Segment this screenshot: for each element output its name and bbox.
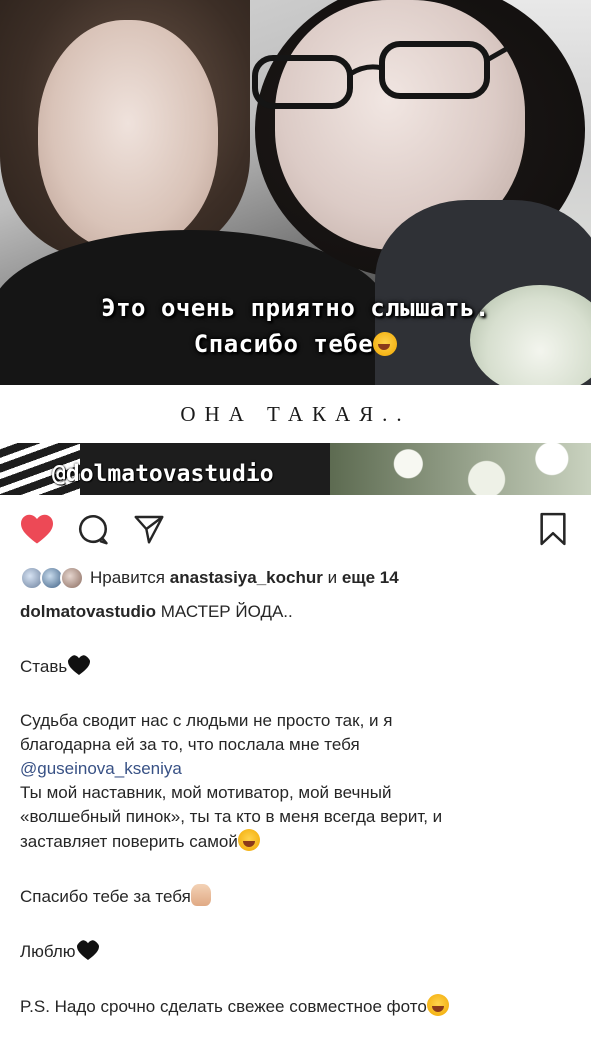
- caption-username[interactable]: dolmatovastudio: [20, 602, 156, 621]
- caption-para2-a: Ты мой наставник, мой мотиватор, мой веч…: [20, 783, 392, 802]
- caption-love-line: Люблю: [20, 939, 580, 964]
- caption-para1-a: Судьба сводит нас с людьми не просто так…: [20, 711, 393, 730]
- caption-para2-c: заставляет поверить самой: [20, 832, 238, 851]
- caption-mention-link[interactable]: @guseinova_kseniya: [20, 759, 182, 778]
- laughing-emoji-icon: [237, 829, 260, 851]
- story-mention-tag[interactable]: @dolmatovastudio: [44, 458, 282, 490]
- caption-para2-b: «волшебный пинок», ты та кто в меня всег…: [20, 807, 443, 826]
- caption-thanks-line: Спасибо тебе за тебя: [20, 884, 580, 909]
- praying-hands-emoji-icon: [190, 884, 211, 906]
- caption-title: МАСТЕР ЙОДА..: [160, 602, 293, 621]
- likes-prefix: Нравится: [90, 568, 166, 587]
- caption-para2-c-line: заставляет поверить самой: [20, 829, 580, 854]
- heart-icon: [21, 514, 53, 544]
- likes-row[interactable]: Нравится anastasiya_kochur и еще 14: [20, 565, 399, 591]
- story-band-text: ОНА ТАКАЯ..: [180, 401, 411, 426]
- likes-middle: и: [327, 568, 338, 587]
- story-photo[interactable]: Это очень приятно слышать. Спасибо тебе: [0, 0, 591, 385]
- glasses-shape: [252, 41, 510, 109]
- story-text-line-2: Спасибо тебе: [0, 330, 591, 358]
- post-caption: dolmatovastudio МАСТЕР ЙОДА.. Ставь Судь…: [20, 600, 580, 1019]
- bookmark-icon: [540, 512, 566, 546]
- starstruck-emoji-icon: [373, 332, 398, 356]
- likes-text: Нравится anastasiya_kochur и еще 14: [90, 568, 399, 588]
- avatar: [60, 566, 84, 590]
- caption-ps-line: P.S. Надо срочно сделать свежее совместн…: [20, 994, 580, 1019]
- post-action-bar: [0, 508, 591, 554]
- flowers-decoration: [330, 443, 591, 495]
- caption-line-stav: Ставь: [20, 654, 580, 679]
- laughing-emoji-icon: [426, 994, 449, 1016]
- send-icon: [134, 515, 164, 544]
- caption-ps: P.S. Надо срочно сделать свежее совместн…: [20, 997, 427, 1016]
- comment-button[interactable]: [72, 508, 114, 550]
- black-heart-emoji-icon: [68, 655, 91, 675]
- caption-first-line: dolmatovastudio МАСТЕР ЙОДА..: [20, 600, 580, 624]
- save-button[interactable]: [532, 508, 574, 550]
- story-caption-band: ОНА ТАКАЯ..: [0, 385, 591, 443]
- caption-para1-b: благодарна ей за то, что послала мне теб…: [20, 735, 360, 754]
- likes-others-link[interactable]: еще 14: [342, 568, 399, 587]
- black-heart-emoji-icon: [76, 940, 99, 960]
- comment-icon: [78, 515, 108, 545]
- story-text-line-1: Это очень приятно слышать.: [101, 294, 490, 322]
- story-text-line-2-label: Спасибо тебе: [193, 330, 374, 358]
- share-button[interactable]: [128, 508, 170, 550]
- caption-love: Люблю: [20, 942, 76, 961]
- likes-user-link[interactable]: anastasiya_kochur: [170, 568, 323, 587]
- like-button[interactable]: [16, 508, 58, 550]
- liker-avatars: [20, 566, 86, 590]
- photo-face-left: [38, 20, 218, 250]
- caption-text: Ставь: [20, 657, 68, 676]
- caption-thanks: Спасибо тебе за тебя: [20, 887, 191, 906]
